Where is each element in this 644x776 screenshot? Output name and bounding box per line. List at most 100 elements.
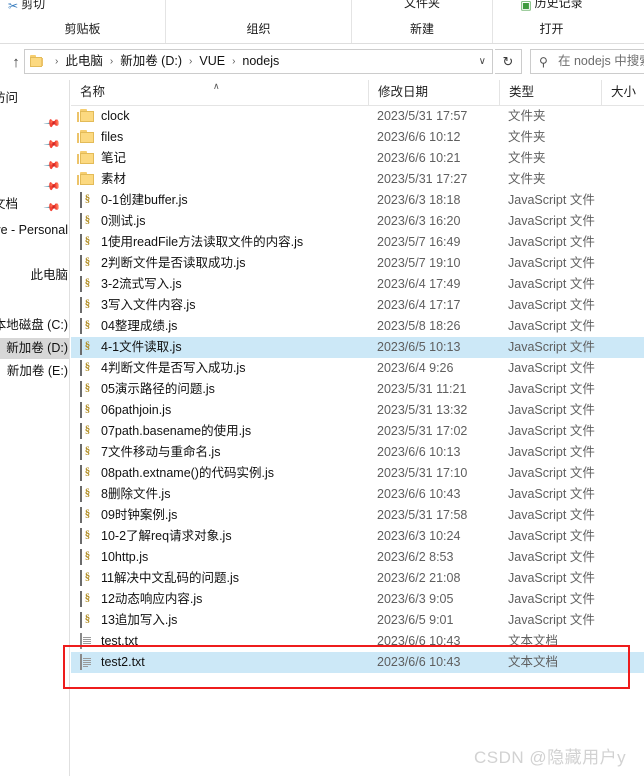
- table-row[interactable]: § 1使用readFile方法读取文件的内容.js 2023/5/7 16:49 Ja…: [71, 232, 644, 253]
- cell-date: 2023/6/6 10:12: [377, 130, 461, 144]
- cell-type: 文件夹: [508, 109, 546, 123]
- cell-type: JavaScript 文件: [508, 466, 595, 480]
- pin-icon: 📌: [42, 156, 62, 173]
- table-row[interactable]: test2.txt 2023/6/6 10:43 文本文档: [71, 652, 644, 673]
- breadcrumb-item-1[interactable]: 新加卷 (D:): [119, 50, 183, 73]
- cell-date: 2023/6/4 17:49: [377, 277, 461, 291]
- breadcrumb-item-0[interactable]: 此电脑: [64, 50, 104, 73]
- scissors-icon: ✂: [8, 0, 19, 13]
- table-row[interactable]: § 04整理成绩.js 2023/5/8 18:26 JavaScript 文件: [71, 316, 644, 337]
- cell-name: files: [101, 130, 124, 144]
- cell-size: [601, 211, 644, 232]
- table-row[interactable]: § 06pathjoin.js 2023/5/31 13:32 JavaScript …: [71, 400, 644, 421]
- nav-item-3[interactable]: 📌: [0, 152, 69, 173]
- table-row[interactable]: § 13追加写入.js 2023/6/5 9:01 JavaScript 文件: [71, 610, 644, 631]
- cell-size: [601, 190, 644, 211]
- navigation-pane[interactable]: 快速访问 📌 📌 📌 📌 文档 📌 OneDrive - Personal 此电脑本地磁盘 (C…: [0, 80, 70, 776]
- cell-size: [601, 421, 644, 442]
- column-header-type[interactable]: 类型: [499, 80, 601, 105]
- nav-item-label: OneDrive - Personal: [0, 223, 68, 237]
- ribbon: ✂ 剪切 剪贴板 组织 文件夹 新建 ▣ 历史记录 打开: [0, 0, 644, 44]
- cell-size: [601, 169, 644, 190]
- cell-type: 文本文档: [508, 655, 559, 669]
- cell-date: 2023/6/5 9:01: [377, 613, 454, 627]
- cell-name: 2判断文件是否读取成功.js: [101, 256, 246, 270]
- nav-item-2[interactable]: 📌: [0, 131, 69, 152]
- cell-date: 2023/6/3 9:05: [377, 592, 454, 606]
- table-row[interactable]: clock 2023/5/31 17:57 文件夹: [71, 106, 644, 127]
- breadcrumb-item-2[interactable]: VUE: [198, 50, 226, 73]
- nav-item-label: 新加卷 (D:): [6, 341, 68, 355]
- table-row[interactable]: § 0测试.js 2023/6/3 16:20 JavaScript 文件: [71, 211, 644, 232]
- nav-item-5[interactable]: 文档 📌: [0, 194, 69, 215]
- cell-name: test.txt: [101, 634, 138, 648]
- nav-item-0[interactable]: 快速访问: [0, 88, 69, 109]
- table-row[interactable]: § 11解决中文乱码的问题.js 2023/6/2 21:08 JavaScript …: [71, 568, 644, 589]
- cell-name: 04整理成绩.js: [101, 319, 178, 333]
- file-list-pane[interactable]: 名称 ∧ 修改日期 类型 大小 clock 2023/5/31 17:57 文件夹 f…: [71, 80, 644, 776]
- column-header-size[interactable]: 大小: [601, 80, 644, 105]
- cell-type: 文件夹: [508, 130, 546, 144]
- cell-name: 1使用readFile方法读取文件的内容.js: [101, 235, 304, 249]
- nav-item-8[interactable]: 本地磁盘 (C:): [0, 315, 69, 336]
- cell-type: JavaScript 文件: [508, 214, 595, 228]
- search-input[interactable]: 在 nodejs 中搜索: [558, 50, 644, 73]
- table-row[interactable]: § 05演示路径的问题.js 2023/5/31 11:21 JavaScript 文…: [71, 379, 644, 400]
- breadcrumb-item-3[interactable]: nodejs: [241, 50, 280, 73]
- cell-size: [601, 295, 644, 316]
- refresh-button[interactable]: ↻: [495, 49, 522, 74]
- history-button[interactable]: ▣ 历史记录: [493, 0, 610, 12]
- table-row[interactable]: 素材 2023/5/31 17:27 文件夹: [71, 169, 644, 190]
- table-row[interactable]: § 8删除文件.js 2023/6/6 10:43 JavaScript 文件: [71, 484, 644, 505]
- column-header-date[interactable]: 修改日期: [368, 80, 499, 105]
- table-row[interactable]: § 10http.js 2023/6/2 8:53 JavaScript 文件: [71, 547, 644, 568]
- table-row[interactable]: § 12动态响应内容.js 2023/6/3 9:05 JavaScript 文件: [71, 589, 644, 610]
- table-row[interactable]: § 0-1创建buffer.js 2023/6/3 18:18 JavaScript …: [71, 190, 644, 211]
- breadcrumb: › 此电脑 › 新加卷 (D:) › VUE › nodejs: [49, 50, 280, 73]
- history-label: 历史记录: [534, 0, 583, 10]
- table-row[interactable]: § 3-2流式写入.js 2023/6/4 17:49 JavaScript 文件: [71, 274, 644, 295]
- ribbon-group-label-clipboard: 剪贴板: [64, 22, 101, 36]
- table-row[interactable]: § 3写入文件内容.js 2023/6/4 17:17 JavaScript 文件: [71, 295, 644, 316]
- cell-size: [601, 568, 644, 589]
- nav-item-label: 快速访问: [0, 91, 18, 105]
- nav-item-9[interactable]: 新加卷 (D:): [0, 338, 69, 359]
- up-one-level-button[interactable]: ↑: [6, 53, 26, 73]
- nav-item-7[interactable]: 此电脑: [0, 265, 69, 286]
- nav-item-4[interactable]: 📌: [0, 173, 69, 194]
- search-box[interactable]: ⚲ 在 nodejs 中搜索: [530, 49, 644, 74]
- cell-name: 11解决中文乱码的问题.js: [101, 571, 239, 585]
- new-folder-button[interactable]: 文件夹: [352, 0, 492, 11]
- address-bar[interactable]: › 此电脑 › 新加卷 (D:) › VUE › nodejs ∨: [24, 49, 493, 74]
- column-header-name[interactable]: 名称 ∧: [71, 80, 368, 105]
- cell-date: 2023/5/31 17:02: [377, 424, 468, 438]
- nav-item-1[interactable]: 📌: [0, 110, 69, 131]
- cell-date: 2023/6/4 17:17: [377, 298, 461, 312]
- table-row[interactable]: § 10-2了解req请求对象.js 2023/6/3 10:24 JavaScrip…: [71, 526, 644, 547]
- table-row[interactable]: § 2判断文件是否读取成功.js 2023/5/7 19:10 JavaScript …: [71, 253, 644, 274]
- table-row[interactable]: § 09时钟案例.js 2023/5/31 17:58 JavaScript 文件: [71, 505, 644, 526]
- nav-item-label: 文档: [0, 197, 18, 211]
- cell-date: 2023/5/31 17:10: [377, 466, 468, 480]
- nav-item-6[interactable]: OneDrive - Personal: [0, 220, 69, 241]
- table-row[interactable]: 笔记 2023/6/6 10:21 文件夹: [71, 148, 644, 169]
- table-row[interactable]: § 07path.basename的使用.js 2023/5/31 17:02 Jav…: [71, 421, 644, 442]
- ribbon-group-clipboard: ✂ 剪切 剪贴板: [0, 0, 166, 43]
- cell-size: [601, 379, 644, 400]
- cell-type: 文件夹: [508, 151, 546, 165]
- cell-date: 2023/5/31 13:32: [377, 403, 468, 417]
- pin-icon: 📌: [42, 114, 62, 131]
- cell-name: 4判断文件是否写入成功.js: [101, 361, 246, 375]
- nav-item-10[interactable]: 新加卷 (E:): [0, 361, 69, 382]
- ribbon-group-organize: 组织: [166, 0, 352, 43]
- cut-button[interactable]: ✂ 剪切: [8, 0, 45, 13]
- table-row[interactable]: § 7文件移动与重命名.js 2023/6/6 10:13 JavaScript 文件: [71, 442, 644, 463]
- table-row[interactable]: files 2023/6/6 10:12 文件夹: [71, 127, 644, 148]
- table-row[interactable]: § 4判断文件是否写入成功.js 2023/6/4 9:26 JavaScript 文…: [71, 358, 644, 379]
- table-row[interactable]: § 4-1文件读取.js 2023/6/5 10:13 JavaScript 文件: [71, 337, 644, 358]
- cell-date: 2023/6/6 10:43: [377, 487, 461, 501]
- table-row[interactable]: § 08path.extname()的代码实例.js 2023/5/31 17:10…: [71, 463, 644, 484]
- chevron-down-icon[interactable]: ∨: [479, 50, 486, 73]
- ribbon-group-label-organize: 组织: [246, 22, 271, 36]
- table-row[interactable]: test.txt 2023/6/6 10:43 文本文档: [71, 631, 644, 652]
